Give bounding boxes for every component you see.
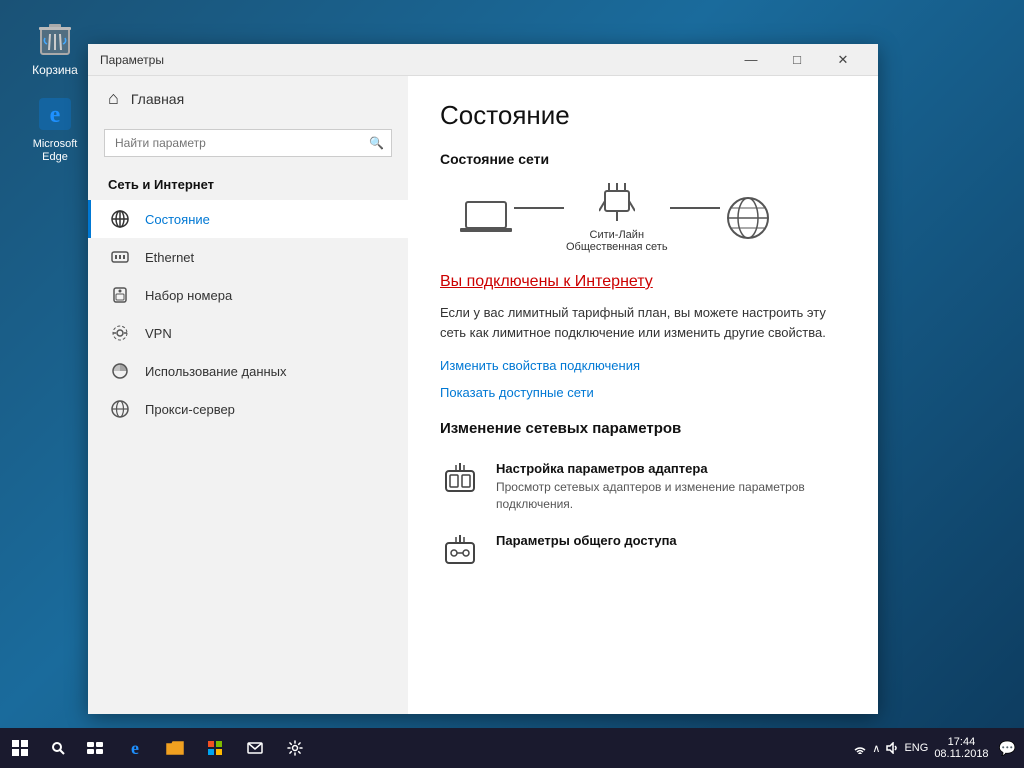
settings-window: Параметры — □ ✕ ⌂ Главная 🔍 <box>88 44 878 714</box>
sidebar-section-title: Сеть и Интернет <box>88 165 408 200</box>
taskbar-mail-button[interactable] <box>235 728 275 768</box>
info-text: Если у вас лимитный тарифный план, вы мо… <box>440 303 846 342</box>
title-bar: Параметры — □ ✕ <box>88 44 878 76</box>
network-diagram: Сити-Лайн Общественная сеть <box>440 183 846 253</box>
change-settings-title: Изменение сетевых параметров <box>440 420 846 437</box>
close-button[interactable]: ✕ <box>820 44 866 76</box>
task-view-button[interactable] <box>75 728 115 768</box>
notification-button[interactable]: 💬 <box>999 740 1016 757</box>
recycle-bin-label: Корзина <box>32 63 78 77</box>
sidebar-item-status[interactable]: Состояние <box>88 200 408 238</box>
taskbar-store-button[interactable] <box>195 728 235 768</box>
lang-indicator: ENG <box>904 742 928 754</box>
sharing-icon <box>440 533 480 573</box>
tray-expand-icon[interactable]: ∧ <box>872 742 880 755</box>
sidebar-item-data-usage[interactable]: Использование данных <box>88 352 408 390</box>
recycle-bin-icon <box>35 19 75 59</box>
date-display: 08.11.2018 <box>934 748 988 760</box>
edge-label: Microsoft Edge <box>19 138 91 164</box>
sharing-settings-card[interactable]: Параметры общего доступа <box>440 523 846 583</box>
taskbar-right: ∧ ENG 17:44 08.11.2018 💬 <box>854 736 1024 760</box>
internet-device <box>722 194 774 242</box>
home-icon: ⌂ <box>108 88 119 109</box>
network-name: Сити-Лайн <box>566 229 668 241</box>
sidebar: ⌂ Главная 🔍 Сеть и Интернет Состояние <box>88 76 408 714</box>
desktop-icon-edge[interactable]: e Microsoft Edge <box>15 90 95 168</box>
network-type: Общественная сеть <box>566 241 668 253</box>
sidebar-item-label-proxy: Прокси-сервер <box>145 402 235 417</box>
adapter-icon <box>440 461 480 501</box>
taskbar-search-button[interactable] <box>40 728 75 768</box>
taskbar-explorer-button[interactable] <box>155 728 195 768</box>
line2 <box>670 207 720 209</box>
sidebar-search-container: 🔍 <box>104 129 392 157</box>
sidebar-item-ethernet[interactable]: Ethernet <box>88 238 408 276</box>
sidebar-item-vpn[interactable]: VPN <box>88 314 408 352</box>
sidebar-item-label-ethernet: Ethernet <box>145 250 194 265</box>
edge-icon-img: e <box>35 94 75 134</box>
vpn-icon <box>111 324 131 342</box>
network-status-subtitle: Состояние сети <box>440 151 846 167</box>
taskbar-settings-button[interactable] <box>275 728 315 768</box>
adapter-card-desc: Просмотр сетевых адаптеров и изменение п… <box>496 479 846 513</box>
adapter-card-title: Настройка параметров адаптера <box>496 461 846 476</box>
window-body: ⌂ Главная 🔍 Сеть и Интернет Состояние <box>88 76 878 714</box>
search-icon: 🔍 <box>369 136 384 150</box>
sidebar-item-label-status: Состояние <box>145 212 210 227</box>
taskbar-edge-button[interactable]: e <box>115 728 155 768</box>
sidebar-item-label-vpn: VPN <box>145 326 172 341</box>
connected-text[interactable]: Вы подключены к Интернету <box>440 273 653 291</box>
window-controls: — □ ✕ <box>728 44 866 76</box>
network-tray-icon <box>854 742 866 754</box>
desktop-icon-recycle[interactable]: Корзина <box>15 15 95 81</box>
sidebar-item-proxy[interactable]: Прокси-сервер <box>88 390 408 428</box>
router-device: Сити-Лайн Общественная сеть <box>566 183 668 253</box>
taskbar: e <box>0 728 1024 768</box>
laptop-device <box>460 198 512 238</box>
status-icon <box>111 210 131 228</box>
dialup-icon <box>111 286 131 304</box>
adapter-card-text: Настройка параметров адаптера Просмотр с… <box>496 461 846 513</box>
volume-icon <box>886 742 898 754</box>
show-networks-link[interactable]: Показать доступные сети <box>440 385 846 400</box>
adapter-settings-card[interactable]: Настройка параметров адаптера Просмотр с… <box>440 451 846 523</box>
start-button[interactable] <box>0 728 40 768</box>
sidebar-item-label-dialup: Набор номера <box>145 288 232 303</box>
proxy-icon <box>111 400 131 418</box>
page-title: Состояние <box>440 100 846 131</box>
sidebar-item-dialup[interactable]: Набор номера <box>88 276 408 314</box>
minimize-button[interactable]: — <box>728 44 774 76</box>
maximize-button[interactable]: □ <box>774 44 820 76</box>
sidebar-home[interactable]: ⌂ Главная <box>88 76 408 121</box>
line1 <box>514 207 564 209</box>
time-display: 17:44 <box>948 736 976 748</box>
svg-text:e: e <box>50 102 61 128</box>
data-usage-icon <box>111 362 131 380</box>
main-content: Состояние Состояние сети <box>408 76 878 714</box>
window-title: Параметры <box>100 53 728 67</box>
home-label: Главная <box>131 91 184 107</box>
search-input[interactable] <box>104 129 392 157</box>
ethernet-icon <box>111 248 131 266</box>
desktop: Корзина e Microsoft Edge Параметры — □ ✕ <box>0 0 1024 768</box>
sharing-card-text: Параметры общего доступа <box>496 533 677 551</box>
change-properties-link[interactable]: Изменить свойства подключения <box>440 358 846 373</box>
sharing-card-title: Параметры общего доступа <box>496 533 677 548</box>
clock: 17:44 08.11.2018 <box>934 736 988 760</box>
sidebar-item-label-data-usage: Использование данных <box>145 364 287 379</box>
